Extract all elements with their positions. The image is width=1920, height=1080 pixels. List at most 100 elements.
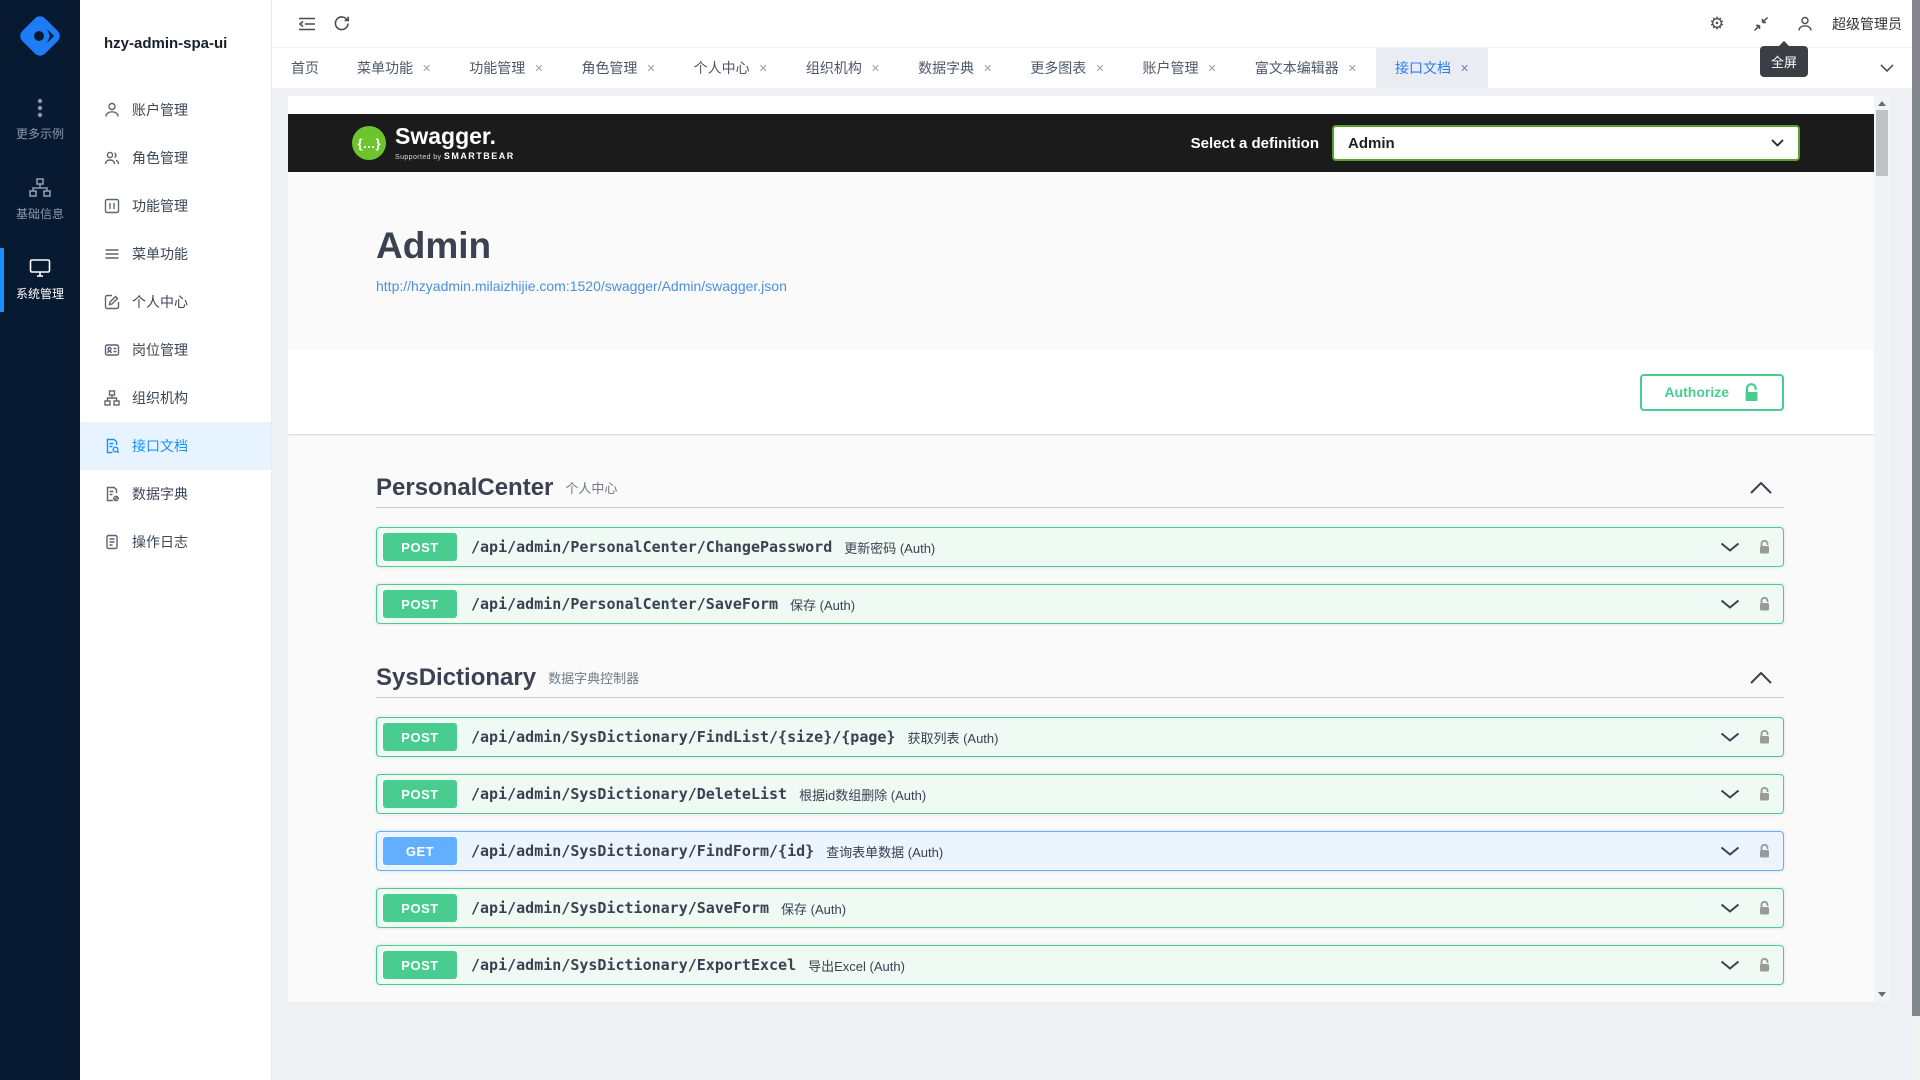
tab-label: 更多图表 [1030,58,1086,78]
tab-account-mgmt[interactable]: 账户管理 ✕ [1124,48,1236,88]
org-icon [29,178,51,198]
close-icon[interactable]: ✕ [871,62,880,75]
close-icon[interactable]: ✕ [759,62,768,75]
rail-item-basic-info[interactable]: 基础信息 [0,160,80,240]
api-spec-url[interactable]: http://hzyadmin.milaizhijie.com:1520/swa… [376,278,1784,294]
endpoint-row[interactable]: POST /api/admin/SysDictionary/FindList/{… [376,717,1784,757]
scheme-container: Authorize [288,350,1874,434]
sidebar-item-role-mgmt[interactable]: 角色管理 [80,134,271,182]
section-header[interactable]: PersonalCenter 个人中心 [376,468,1784,508]
endpoint-row[interactable]: POST /api/admin/SysDictionary/SaveForm 保… [376,888,1784,928]
endpoint-row[interactable]: POST /api/admin/PersonalCenter/ChangePas… [376,527,1784,567]
sidebar-item-personal-center[interactable]: 个人中心 [80,278,271,326]
settings-gear-icon[interactable]: ⚙ [1700,8,1734,40]
lock-icon[interactable] [1758,957,1771,973]
tab-menu-features[interactable]: 菜单功能 ✕ [338,48,450,88]
sidebar-item-label: 岗位管理 [132,340,188,360]
app-logo-icon[interactable] [14,10,66,62]
page-scrollbar[interactable] [1912,0,1920,1080]
authorize-button[interactable]: Authorize [1640,374,1784,411]
swagger-logo-text: Swagger. [395,125,515,148]
endpoint-summary: 保存 (Auth) [790,595,855,614]
tab-list-dropdown-icon[interactable] [1854,48,1920,88]
log-icon [104,534,120,550]
page-scrollbar-thumb[interactable] [1912,0,1920,1016]
tab-rich-text-editor[interactable]: 富文本编辑器 ✕ [1236,48,1376,88]
iframe-scrollbar-thumb[interactable] [1876,110,1888,176]
close-icon[interactable]: ✕ [983,62,992,75]
sidebar-item-account-mgmt[interactable]: 账户管理 [80,86,271,134]
tab-label: 富文本编辑器 [1255,58,1339,78]
tab-data-dictionary[interactable]: 数据字典 ✕ [899,48,1011,88]
main-area: ⚙ 超级管理员 首页 菜单功能 ✕ [272,0,1920,1080]
function-icon [104,198,120,214]
tab-label: 功能管理 [469,58,525,78]
tab-bar: 首页 菜单功能 ✕ 功能管理 ✕ 角色管理 ✕ 个人中心 ✕ 组织机构 ✕ [272,48,1920,88]
endpoint-row[interactable]: GET /api/admin/SysDictionary/FindForm/{i… [376,831,1784,871]
endpoint-summary: 保存 (Auth) [781,899,846,918]
endpoint-row[interactable]: POST /api/admin/PersonalCenter/SaveForm … [376,584,1784,624]
chevron-down-icon [1720,599,1740,609]
users-icon [104,150,120,166]
chevron-up-icon [1750,482,1772,494]
endpoint-row[interactable]: POST /api/admin/SysDictionary/DeleteList… [376,774,1784,814]
lock-icon[interactable] [1758,900,1771,916]
close-icon[interactable]: ✕ [1460,62,1469,75]
lock-icon[interactable] [1758,596,1771,612]
scroll-up-arrow-icon[interactable] [1878,101,1886,106]
tab-label: 菜单功能 [357,58,413,78]
tab-more-charts[interactable]: 更多图表 ✕ [1011,48,1123,88]
sidebar-item-label: 接口文档 [132,436,188,456]
close-icon[interactable]: ✕ [646,62,655,75]
close-icon[interactable]: ✕ [534,62,543,75]
menu-lines-icon [104,246,120,262]
lock-icon[interactable] [1758,786,1771,802]
close-icon[interactable]: ✕ [1095,62,1104,75]
endpoint-row[interactable]: POST /api/admin/SysDictionary/ExportExce… [376,945,1784,985]
sidebar-item-operation-logs[interactable]: 操作日志 [80,518,271,566]
sidebar-item-label: 组织机构 [132,388,188,408]
tab-feature-mgmt[interactable]: 功能管理 ✕ [450,48,562,88]
tab-role-mgmt[interactable]: 角色管理 ✕ [562,48,674,88]
section-header[interactable]: SysDictionary 数据字典控制器 [376,658,1784,698]
fullscreen-icon[interactable] [1744,8,1778,40]
rail-item-system-mgmt[interactable]: 系统管理 [0,240,80,320]
close-icon[interactable]: ✕ [1348,62,1357,75]
rail-item-label: 更多示例 [16,125,64,142]
lock-icon[interactable] [1758,729,1771,745]
tab-home[interactable]: 首页 [272,48,338,88]
definition-select[interactable]: Admin [1332,125,1800,161]
tab-api-docs[interactable]: 接口文档 ✕ [1376,48,1488,88]
sidebar-item-feature-mgmt[interactable]: 功能管理 [80,182,271,230]
app-title: hzy-admin-spa-ui [80,0,271,86]
primary-rail: 更多示例 基础信息 系统管理 [0,0,80,1080]
close-icon[interactable]: ✕ [1208,62,1217,75]
close-icon[interactable]: ✕ [422,62,431,75]
secondary-sidebar: hzy-admin-spa-ui 账户管理 角色管理 功能管理 菜单功能 [80,0,272,1080]
tab-organization[interactable]: 组织机构 ✕ [787,48,899,88]
sidebar-item-position-mgmt[interactable]: 岗位管理 [80,326,271,374]
tab-personal-center[interactable]: 个人中心 ✕ [675,48,787,88]
tab-label: 个人中心 [694,58,750,78]
lock-icon[interactable] [1758,843,1771,859]
rail-item-more-examples[interactable]: 更多示例 [0,80,80,160]
sidebar-item-label: 账户管理 [132,100,188,120]
rail-item-label: 基础信息 [16,205,64,222]
iframe-scrollbar[interactable] [1874,96,1890,1002]
sidebar-item-data-dictionary[interactable]: 数据字典 [80,470,271,518]
lock-icon[interactable] [1758,539,1771,555]
endpoint-path: /api/admin/SysDictionary/DeleteList [471,785,787,803]
api-section-sysdictionary: SysDictionary 数据字典控制器 POST /api/admin/Sy… [376,658,1784,985]
scroll-down-arrow-icon[interactable] [1878,992,1886,997]
sidebar-item-menu-features[interactable]: 菜单功能 [80,230,271,278]
user-avatar-icon[interactable] [1788,8,1822,40]
collapse-sidebar-icon[interactable] [290,8,324,40]
monitor-icon [29,258,51,278]
sidebar-item-api-docs[interactable]: 接口文档 [80,422,271,470]
edit-icon [104,294,120,310]
sidebar-item-organization[interactable]: 组织机构 [80,374,271,422]
method-badge: POST [383,590,457,618]
swagger-logo-icon: {…} [352,126,386,160]
current-user-name[interactable]: 超级管理员 [1832,14,1902,34]
refresh-icon[interactable] [324,8,358,40]
